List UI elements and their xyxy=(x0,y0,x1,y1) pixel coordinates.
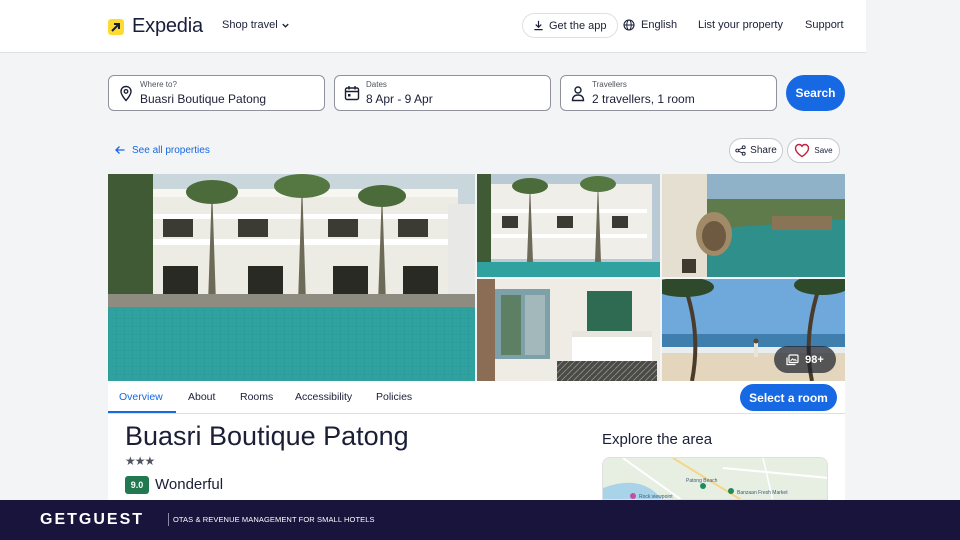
destination-value: Buasri Boutique Patong xyxy=(140,92,267,106)
view-all-photos-button[interactable]: 98+ xyxy=(774,346,836,373)
arrow-left-icon xyxy=(115,146,125,154)
share-label: Share xyxy=(750,145,777,156)
hotel-name: Buasri Boutique Patong xyxy=(125,421,409,451)
expedia-logo[interactable]: Expedia xyxy=(108,15,203,38)
tab-accessibility[interactable]: Accessibility xyxy=(295,391,352,403)
travellers-value: 2 travellers, 1 room xyxy=(592,92,695,106)
chevron-down-icon xyxy=(281,23,289,28)
share-icon xyxy=(735,145,746,156)
select-room-button[interactable]: Select a room xyxy=(740,384,837,411)
search-button[interactable]: Search xyxy=(786,75,845,111)
dates-label: Dates xyxy=(366,80,387,89)
top-header: Expedia Shop travel Get the app English … xyxy=(0,0,866,53)
tab-rooms[interactable]: Rooms xyxy=(240,391,273,403)
photo-gallery xyxy=(108,174,845,381)
location-pin-icon xyxy=(120,85,132,102)
globe-icon xyxy=(623,19,635,31)
dates-value: 8 Apr - 9 Apr xyxy=(366,92,433,106)
language-selector[interactable]: English xyxy=(623,19,677,31)
hotel-pool-photo[interactable] xyxy=(108,174,475,381)
section-tabs: Overview About Rooms Accessibility Polic… xyxy=(108,381,845,414)
destination-label: Where to? xyxy=(140,80,177,89)
download-icon xyxy=(534,20,543,31)
travellers-label: Travellers xyxy=(592,80,627,89)
person-icon xyxy=(571,86,585,102)
language-label: English xyxy=(641,19,678,31)
getguest-tagline: OTAS & REVENUE MANAGEMENT FOR SMALL HOTE… xyxy=(173,515,375,524)
star-rating: ★★★ xyxy=(125,454,155,468)
expedia-logo-icon xyxy=(108,18,124,35)
travellers-field[interactable]: Travellers 2 travellers, 1 room xyxy=(560,75,777,111)
photo-count: 98+ xyxy=(805,353,824,366)
see-all-label: See all properties xyxy=(132,144,210,156)
bedroom-photo[interactable] xyxy=(477,279,660,381)
hanging-chair-pool-photo[interactable] xyxy=(662,174,845,277)
save-label: Save xyxy=(814,146,833,155)
map-label-patong-beach: Patong Beach xyxy=(686,478,718,484)
map-label-banzaan-market: Banzaan Fresh Market xyxy=(737,490,788,496)
calendar-icon xyxy=(344,86,360,101)
review-score-text: Wonderful xyxy=(155,476,224,493)
support-link[interactable]: Support xyxy=(805,19,844,31)
list-property-link[interactable]: List your property xyxy=(698,19,783,31)
hotel-exterior-photo[interactable] xyxy=(477,174,660,277)
area-map[interactable]: Patong Beach Rock viewpoint Banzaan Fres… xyxy=(602,457,828,500)
destination-field[interactable]: Where to? Buasri Boutique Patong xyxy=(108,75,325,111)
banner-divider xyxy=(168,513,169,526)
get-app-label: Get the app xyxy=(549,19,607,32)
heart-icon xyxy=(795,143,810,158)
share-button[interactable]: Share xyxy=(729,138,783,163)
active-tab-indicator xyxy=(108,411,176,413)
shop-travel-menu[interactable]: Shop travel xyxy=(222,19,290,31)
dates-field[interactable]: Dates 8 Apr - 9 Apr xyxy=(334,75,551,111)
see-all-properties-link[interactable]: See all properties xyxy=(114,144,210,156)
tab-overview[interactable]: Overview xyxy=(119,391,163,403)
tab-policies[interactable]: Policies xyxy=(376,391,412,403)
get-app-button[interactable]: Get the app xyxy=(522,13,618,38)
gallery-icon xyxy=(786,353,799,365)
tab-about[interactable]: About xyxy=(188,391,215,403)
getguest-logo-text: GETGUEST xyxy=(40,511,145,528)
save-button[interactable]: Save xyxy=(787,138,840,163)
review-score-badge: 9.0 xyxy=(125,476,149,494)
shop-travel-label: Shop travel xyxy=(222,19,278,31)
explore-area-title: Explore the area xyxy=(602,431,713,448)
logo-text: Expedia xyxy=(132,15,203,37)
page: Expedia Shop travel Get the app English … xyxy=(0,0,960,540)
